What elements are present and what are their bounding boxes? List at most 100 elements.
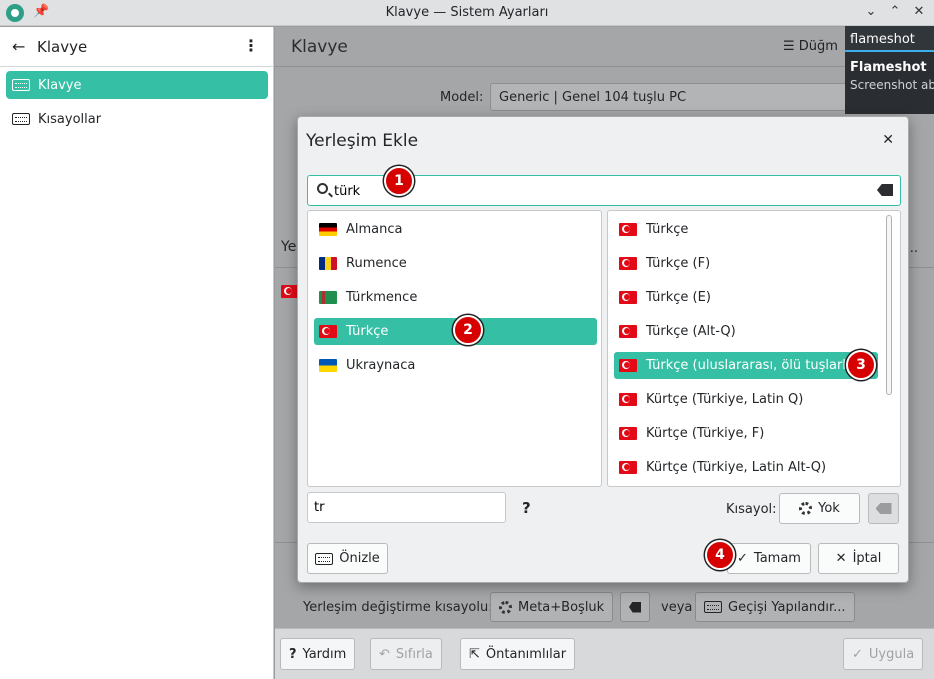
layout-name-input[interactable] xyxy=(307,492,506,523)
sidebar-title: Klavye xyxy=(37,38,88,56)
minimize-icon[interactable]: ⌄ xyxy=(862,3,880,21)
list-item-variant[interactable]: Türkçe (Alt-Q) xyxy=(614,318,736,345)
list-item-variant-selected[interactable]: Türkçe (uluslararası, ölü tuşlarla) xyxy=(614,352,878,379)
search-icon xyxy=(317,183,328,194)
turkish-flag-icon xyxy=(619,393,637,406)
notification-app-name: flameshot xyxy=(845,26,934,52)
help-icon: ? xyxy=(289,646,297,662)
defaults-icon: ⇱ xyxy=(469,646,480,662)
keyboard-icon xyxy=(12,79,30,91)
model-combo[interactable]: Generic | Genel 104 tuşlu PC xyxy=(490,83,850,111)
notification-popup[interactable]: flameshot Flameshot Screenshot ab xyxy=(845,26,934,114)
window-title: Klavye — Sistem Ayarları xyxy=(385,5,549,20)
turkish-flag-icon xyxy=(619,223,637,236)
check-icon: ✓ xyxy=(737,551,748,566)
list-item-label: Ukraynaca xyxy=(346,358,416,373)
help-icon[interactable]: ? xyxy=(522,499,531,517)
keyboard-icon xyxy=(315,552,334,565)
list-item-label: Türkçe (Alt-Q) xyxy=(646,324,736,339)
list-item-variant[interactable]: Türkçe xyxy=(614,216,688,243)
turkish-flag-icon xyxy=(619,359,637,372)
preview-label: Önizle xyxy=(339,551,380,566)
list-item-variant[interactable]: Kürtçe (Türkiye, Latin Q) xyxy=(614,386,803,413)
clear-search-icon[interactable] xyxy=(877,184,893,196)
scrollbar[interactable] xyxy=(886,215,892,395)
configure-switching-button[interactable]: Geçişi Yapılandır... xyxy=(695,592,855,622)
list-item-german[interactable]: Almanca xyxy=(314,216,403,243)
maximize-icon[interactable]: ⌃ xyxy=(886,3,904,21)
apply-button[interactable]: ✓ Uygula xyxy=(843,638,924,670)
preview-button[interactable]: Önizle xyxy=(307,543,388,574)
shortcut-label: Kısayol: xyxy=(726,502,777,517)
clear-shortcut-button[interactable] xyxy=(868,493,899,524)
list-item-variant[interactable]: Kürtçe (Türkiye, F) xyxy=(614,420,764,447)
backspace-icon xyxy=(875,503,892,514)
gear-icon xyxy=(499,600,512,614)
close-window-icon[interactable]: ✕ xyxy=(910,3,928,21)
list-item-turkmen[interactable]: Türkmence xyxy=(314,284,417,311)
switch-shortcut-value: Meta+Boşluk xyxy=(518,599,605,615)
help-label: Yardım xyxy=(302,646,347,662)
turkish-flag-icon xyxy=(619,291,637,304)
check-icon: ✓ xyxy=(852,646,863,662)
list-item-variant[interactable]: Türkçe (F) xyxy=(614,250,710,277)
language-list[interactable]: Almanca Rumence Türkmence Türkçe Ukrayna… xyxy=(307,210,602,487)
help-button[interactable]: ? Yardım xyxy=(280,638,356,670)
cancel-icon: ✕ xyxy=(835,551,847,566)
keyboard-icon xyxy=(12,113,30,125)
defaults-button[interactable]: ⇱ Öntanımlılar xyxy=(460,638,576,670)
footer-bar: ? Yardım ↶ Sıfırla ⇱ Öntanımlılar ✓ Uygu… xyxy=(275,628,934,679)
turkish-flag-icon xyxy=(319,325,337,338)
back-arrow-icon[interactable]: ← xyxy=(12,37,25,56)
cancel-button[interactable]: ✕ İptal xyxy=(818,543,899,574)
list-item-label: Türkçe (F) xyxy=(646,256,711,271)
cancel-label: İptal xyxy=(852,551,882,566)
model-label: Model: xyxy=(440,90,484,105)
list-item-romanian[interactable]: Rumence xyxy=(314,250,407,277)
turkish-flag-icon xyxy=(619,325,637,338)
list-item-ukrainian[interactable]: Ukraynaca xyxy=(314,352,415,379)
romanian-flag-icon xyxy=(319,257,337,270)
step-badge-3: 3 xyxy=(846,350,876,380)
step-badge-2: 2 xyxy=(453,315,483,345)
step-badge-1: 1 xyxy=(384,166,414,196)
sidebar-item-shortcuts[interactable]: Kısayollar xyxy=(6,105,268,133)
list-item-label: Türkçe xyxy=(346,324,389,339)
close-icon[interactable]: ✕ xyxy=(882,132,894,148)
list-item-variant[interactable]: Türkçe (E) xyxy=(614,284,711,311)
defaults-label: Öntanımlılar xyxy=(485,646,567,662)
list-item-label: Türkçe (uluslararası, ölü tuşlarla) xyxy=(646,358,859,373)
configure-switching-label: Geçişi Yapılandır... xyxy=(728,599,846,615)
notification-title: Flameshot xyxy=(850,60,927,75)
turkmen-flag-icon xyxy=(319,291,337,304)
list-item-label: Türkçe (E) xyxy=(646,290,711,305)
turkish-flag-icon xyxy=(619,461,637,474)
list-item-variant[interactable]: Kürtçe (Türkiye, Latin Alt-Q) xyxy=(614,454,826,481)
undo-icon: ↶ xyxy=(379,646,390,662)
clear-shortcut-button[interactable] xyxy=(620,592,650,622)
shortcut-button[interactable]: Yok xyxy=(779,493,860,524)
page-title: Klavye xyxy=(291,37,348,57)
turkish-flag-icon xyxy=(619,427,637,440)
variant-list[interactable]: Türkçe Türkçe (F) Türkçe (E) Türkçe (Alt… xyxy=(607,210,901,487)
reset-label: Sıfırla xyxy=(395,646,433,662)
sidebar-item-keyboard[interactable]: Klavye xyxy=(6,71,268,99)
keyboard-icon xyxy=(704,601,722,613)
or-label: veya xyxy=(661,600,693,615)
ukrainian-flag-icon xyxy=(319,359,337,372)
switch-shortcut-button[interactable]: Meta+Boşluk xyxy=(490,592,614,622)
sidebar: ← Klavye ⋮ Klavye Kısayollar xyxy=(0,27,274,679)
list-item-label: Almanca xyxy=(346,222,403,237)
sidebar-item-label: Klavye xyxy=(38,77,82,93)
header-button[interactable]: ☰ Düğm xyxy=(783,39,838,54)
switch-shortcut-label: Yerleşim değiştirme kısayolu: xyxy=(303,600,493,615)
step-badge-4: 4 xyxy=(705,540,735,570)
reset-button[interactable]: ↶ Sıfırla xyxy=(370,638,442,670)
list-item-label: Türkmence xyxy=(346,290,418,305)
main-header: Klavye ☰ Düğm xyxy=(275,27,934,67)
list-item-label: Rumence xyxy=(346,256,407,271)
more-options-icon[interactable]: ⋮ xyxy=(243,36,259,55)
sidebar-item-label: Kısayollar xyxy=(38,111,102,127)
ok-label: Tamam xyxy=(753,551,801,566)
ok-button[interactable]: ✓ Tamam xyxy=(727,543,811,574)
